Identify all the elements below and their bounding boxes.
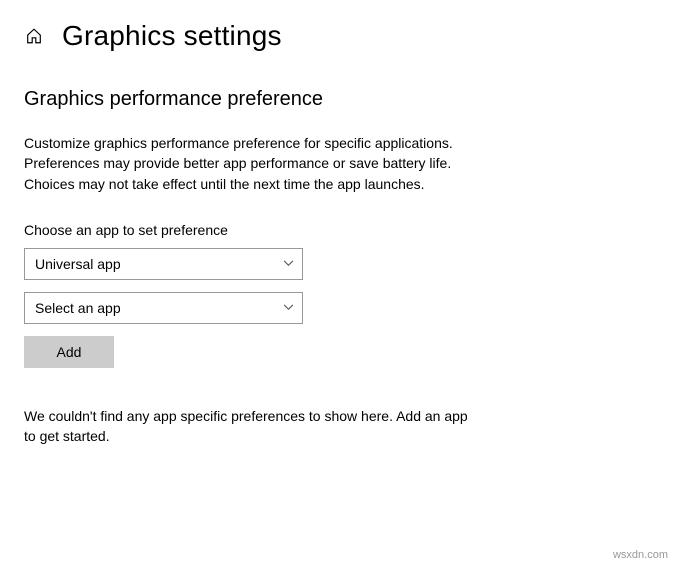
- app-type-dropdown[interactable]: Universal app: [24, 248, 303, 280]
- home-icon[interactable]: [24, 26, 44, 46]
- page-title: Graphics settings: [62, 20, 282, 52]
- empty-state-message: We couldn't find any app specific prefer…: [24, 406, 479, 447]
- chevron-down-icon: [282, 258, 294, 270]
- app-type-dropdown-value: Universal app: [35, 256, 121, 272]
- chooser-label: Choose an app to set preference: [24, 222, 656, 238]
- app-select-dropdown-value: Select an app: [35, 300, 121, 316]
- header: Graphics settings: [24, 20, 656, 52]
- section-description: Customize graphics performance preferenc…: [24, 133, 479, 194]
- watermark: wsxdn.com: [613, 549, 668, 561]
- app-select-dropdown[interactable]: Select an app: [24, 292, 303, 324]
- add-button[interactable]: Add: [24, 336, 114, 368]
- chevron-down-icon: [282, 302, 294, 314]
- section-heading: Graphics performance preference: [24, 88, 656, 111]
